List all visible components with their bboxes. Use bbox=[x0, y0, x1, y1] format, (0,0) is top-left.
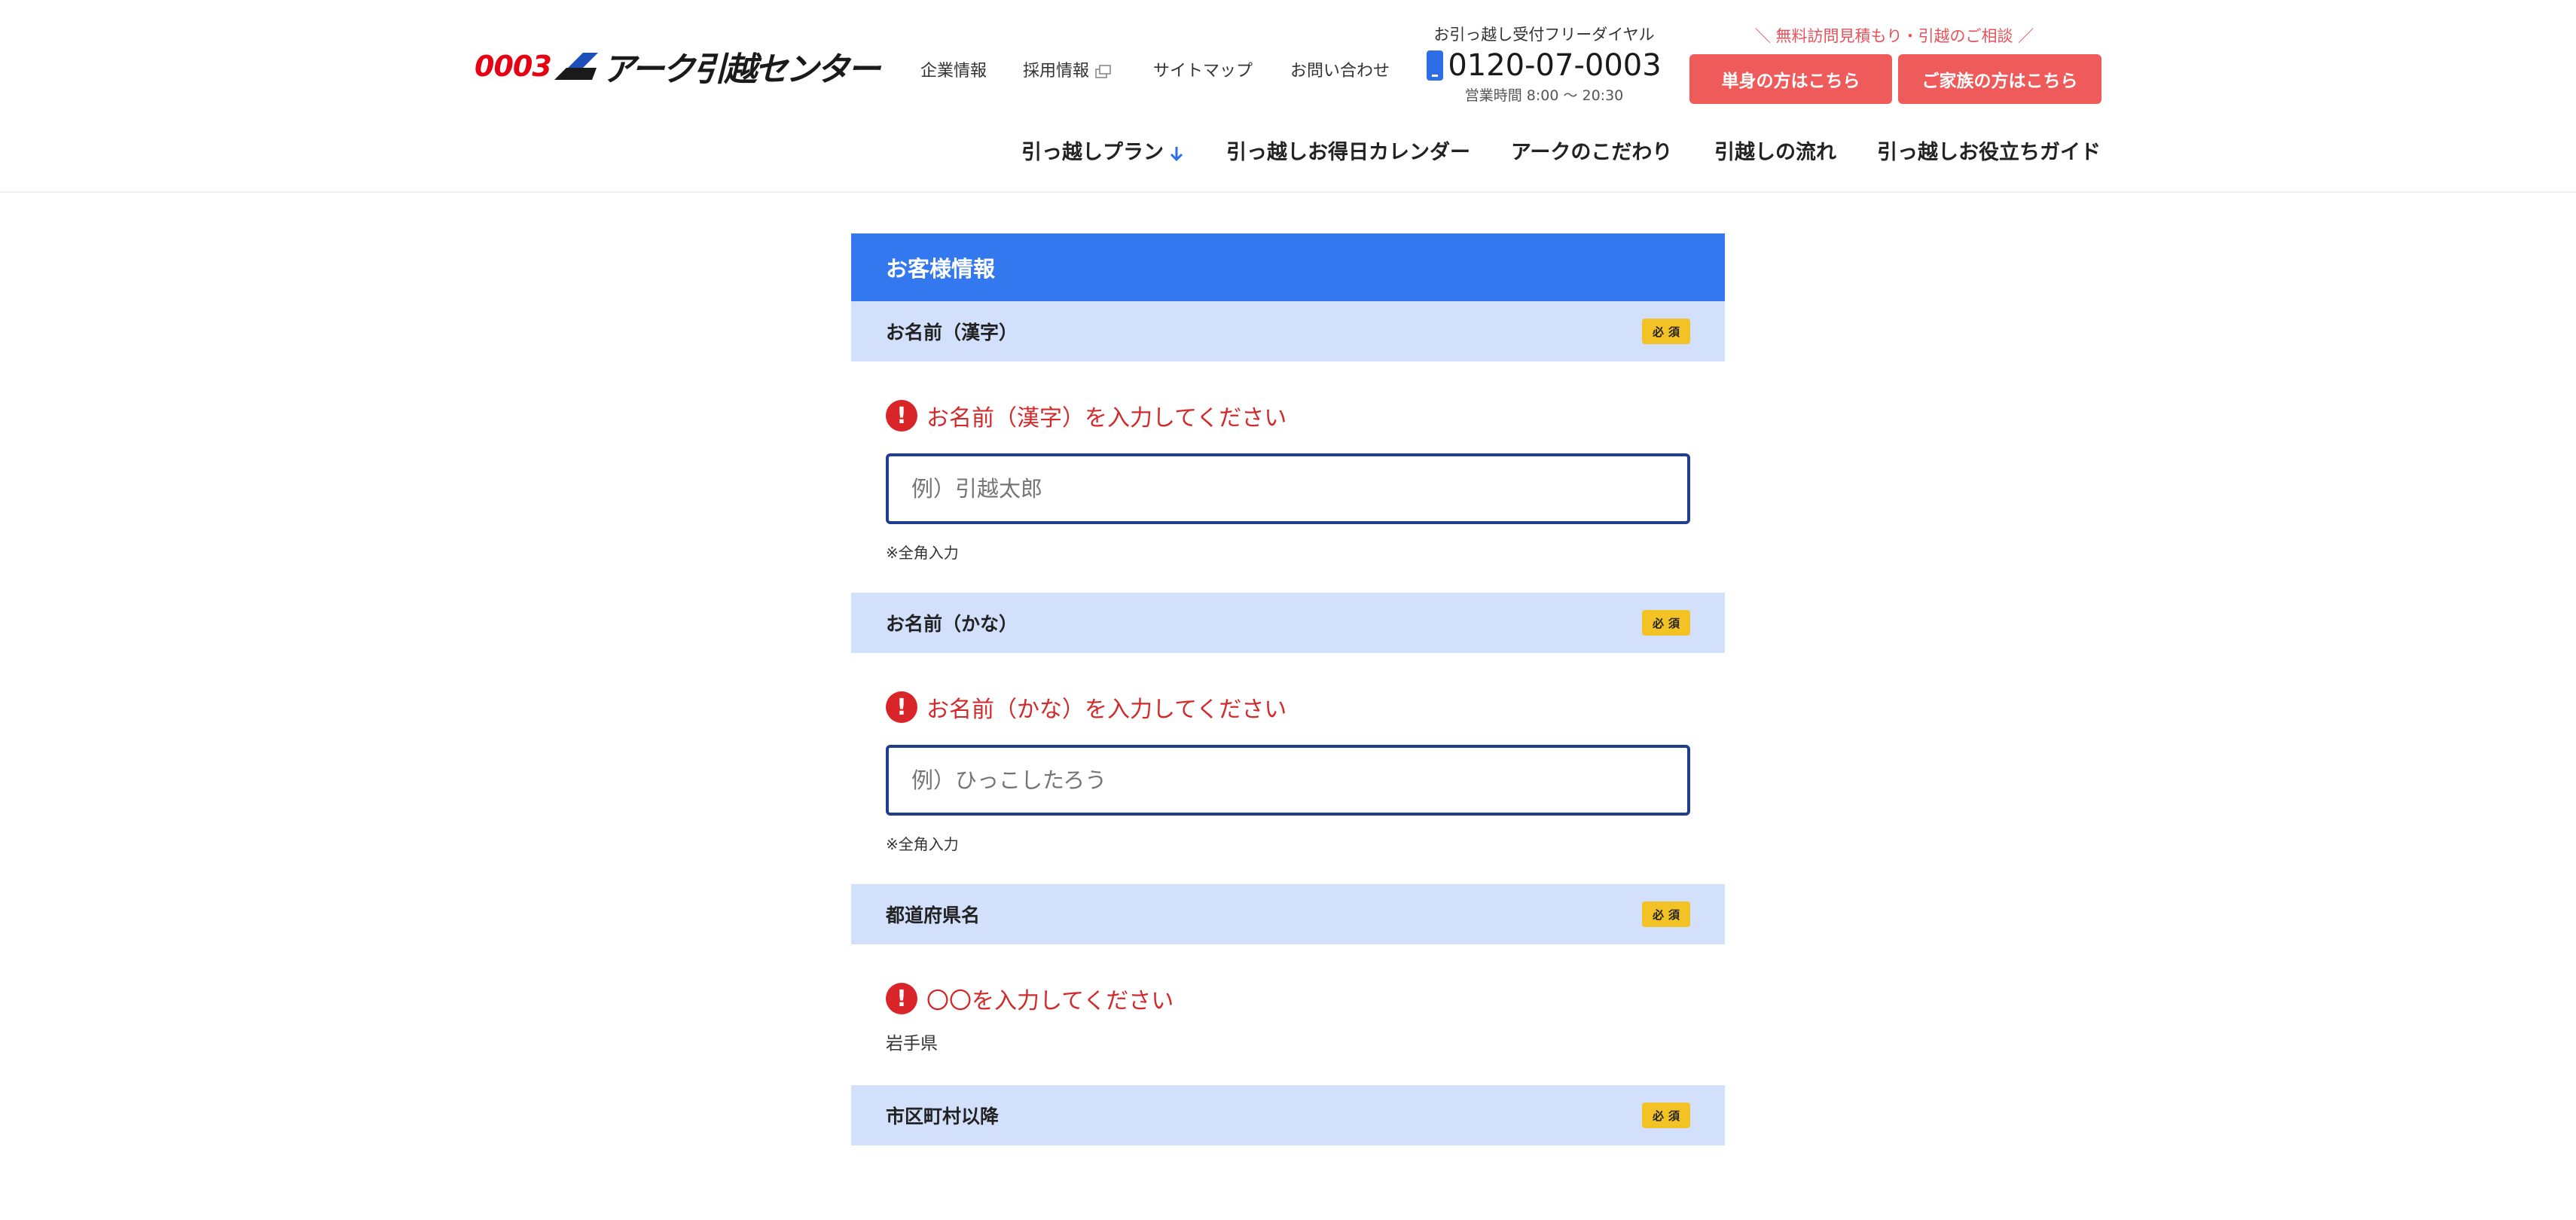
error-message-prefecture: ! 〇〇を入力してください bbox=[886, 982, 1690, 1015]
field-body-prefecture: ! 〇〇を入力してください 岩手県 bbox=[851, 944, 1725, 1054]
name-kana-input[interactable] bbox=[886, 745, 1690, 816]
business-hours: 営業時間 8:00 〜 20:30 bbox=[1464, 87, 1624, 104]
field-label-name-kanji: お名前（漢字） bbox=[886, 322, 1018, 343]
mobile-phone-icon bbox=[1427, 50, 1444, 81]
site-header: 0003 アーク引越センター 企業情報 採用情報 サイトマップ お問い合わせ お… bbox=[0, 0, 2576, 193]
field-header-name-kana: お名前（かな） 必須 bbox=[851, 593, 1725, 653]
topnav-recruit[interactable]: 採用情報 bbox=[1023, 57, 1112, 81]
field-header-name-kanji: お名前（漢字） 必須 bbox=[851, 301, 1725, 361]
mainnav-moving-plan[interactable]: 引っ越しプラン bbox=[1021, 136, 1185, 165]
phone-row[interactable]: 0120-07-0003 bbox=[1424, 48, 1665, 83]
error-message-name-kana: ! お名前（かな）を入力してください bbox=[886, 691, 1690, 724]
required-badge: 必須 bbox=[1642, 1103, 1690, 1128]
family-button[interactable]: ご家族の方はこちら bbox=[1898, 54, 2101, 104]
phone-block: お引っ越し受付フリーダイヤル 0120-07-0003 営業時間 8:00 〜 … bbox=[1424, 23, 1665, 105]
field-label-prefecture: 都道府県名 bbox=[886, 904, 981, 926]
topnav-recruit-label: 採用情報 bbox=[1023, 62, 1090, 81]
single-person-button[interactable]: 単身の方はこちら bbox=[1689, 54, 1892, 104]
required-badge: 必須 bbox=[1642, 901, 1690, 927]
external-link-icon bbox=[1095, 65, 1111, 78]
error-icon: ! bbox=[886, 691, 917, 723]
field-header-city: 市区町村以降 必須 bbox=[851, 1085, 1725, 1145]
logo-number: 0003 bbox=[475, 50, 552, 83]
field-header-prefecture: 都道府県名 必須 bbox=[851, 884, 1725, 944]
error-icon: ! bbox=[886, 983, 917, 1014]
field-body-name-kanji: ! お名前（漢字）を入力してください ※全角入力 bbox=[851, 361, 1725, 563]
mainnav-moving-plan-label: 引っ越しプラン bbox=[1021, 141, 1164, 164]
cta-lead-text: ＼ 無料訪問見積もり・引越のご相談 ／ bbox=[1754, 27, 2034, 45]
mainnav-commitment[interactable]: アークのこだわり bbox=[1511, 136, 1672, 165]
field-label-city: 市区町村以降 bbox=[886, 1106, 1000, 1127]
error-text: 〇〇を入力してください bbox=[926, 988, 1174, 1014]
error-text: お名前（かな）を入力してください bbox=[926, 697, 1287, 723]
logo-name: アーク引越センター bbox=[602, 50, 881, 89]
logo-swoosh-icon bbox=[554, 53, 598, 80]
required-badge: 必須 bbox=[1642, 610, 1690, 636]
name-kanji-input[interactable] bbox=[886, 453, 1690, 524]
site-logo[interactable]: 0003 アーク引越センター bbox=[475, 45, 881, 89]
topnav-sitemap[interactable]: サイトマップ bbox=[1153, 57, 1253, 81]
prefecture-value[interactable]: 岩手県 bbox=[886, 1029, 1690, 1054]
form-title: お客様情報 bbox=[851, 233, 1725, 301]
topnav-company-info[interactable]: 企業情報 bbox=[920, 57, 987, 81]
input-note: ※全角入力 bbox=[886, 835, 959, 853]
arrow-down-icon bbox=[1170, 146, 1183, 161]
field-body-name-kana: ! お名前（かな）を入力してください ※全角入力 bbox=[851, 653, 1725, 854]
input-note: ※全角入力 bbox=[886, 544, 959, 562]
customer-info-form: お客様情報 お名前（漢字） 必須 ! お名前（漢字）を入力してください ※全角入… bbox=[851, 233, 1725, 1145]
required-badge: 必須 bbox=[1642, 319, 1690, 344]
mainnav-guide[interactable]: 引っ越しお役立ちガイド bbox=[1877, 136, 2101, 165]
error-message-name-kanji: ! お名前（漢字）を入力してください bbox=[886, 399, 1690, 432]
field-label-name-kana: お名前（かな） bbox=[886, 613, 1018, 635]
phone-label: お引っ越し受付フリーダイヤル bbox=[1433, 26, 1655, 44]
mainnav-flow[interactable]: 引越しの流れ bbox=[1714, 136, 1836, 165]
topnav-contact[interactable]: お問い合わせ bbox=[1290, 57, 1390, 81]
error-text: お名前（漢字）を入力してください bbox=[926, 405, 1287, 432]
phone-number[interactable]: 0120-07-0003 bbox=[1448, 48, 1661, 83]
error-icon: ! bbox=[886, 400, 917, 432]
mainnav-calendar[interactable]: 引っ越しお得日カレンダー bbox=[1226, 136, 1470, 165]
